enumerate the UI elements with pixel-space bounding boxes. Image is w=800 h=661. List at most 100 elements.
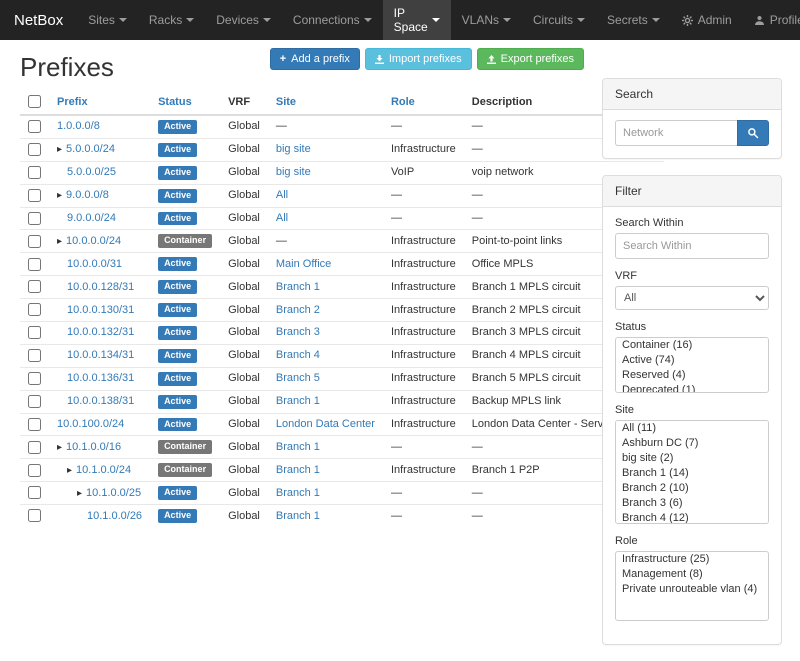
nav-item-connections[interactable]: Connections bbox=[282, 0, 383, 40]
row-checkbox[interactable] bbox=[28, 372, 41, 385]
row-checkbox[interactable] bbox=[28, 349, 41, 362]
row-checkbox[interactable] bbox=[28, 418, 41, 431]
site-cell: All bbox=[268, 207, 383, 230]
site-link[interactable]: big site bbox=[276, 143, 311, 155]
row-checkbox[interactable] bbox=[28, 395, 41, 408]
site-link[interactable]: Branch 1 bbox=[276, 441, 320, 453]
app-brand[interactable]: NetBox bbox=[0, 0, 77, 40]
prefix-link[interactable]: 9.0.0.0/24 bbox=[67, 212, 116, 224]
search-input[interactable] bbox=[615, 120, 737, 146]
nav-item-secrets[interactable]: Secrets bbox=[596, 0, 671, 40]
row-checkbox[interactable] bbox=[28, 464, 41, 477]
row-checkbox[interactable] bbox=[28, 189, 41, 202]
prefix-link[interactable]: 10.0.0.132/31 bbox=[67, 326, 134, 338]
prefix-link[interactable]: 10.1.0.0/24 bbox=[76, 464, 131, 476]
export-prefixes-button[interactable]: Export prefixes bbox=[477, 48, 584, 70]
prefix-link[interactable]: 10.0.0.130/31 bbox=[67, 304, 134, 316]
site-option[interactable]: big site (2) bbox=[616, 451, 768, 466]
row-checkbox[interactable] bbox=[28, 303, 41, 316]
nav-item-devices[interactable]: Devices bbox=[205, 0, 282, 40]
prefix-link[interactable]: 10.0.0.0/24 bbox=[66, 235, 121, 247]
profile-link[interactable]: Profile bbox=[743, 0, 800, 40]
nav-item-ip-space[interactable]: IP Space bbox=[383, 0, 451, 40]
prefix-link[interactable]: 10.0.0.138/31 bbox=[67, 395, 134, 407]
site-link[interactable]: Branch 3 bbox=[276, 326, 320, 338]
prefix-link[interactable]: 10.0.0.134/31 bbox=[67, 349, 134, 361]
prefix-link[interactable]: 9.0.0.0/8 bbox=[66, 189, 109, 201]
vrf-select[interactable]: All bbox=[615, 286, 769, 310]
prefix-link[interactable]: 1.0.0.0/8 bbox=[57, 120, 100, 132]
site-link[interactable]: Main Office bbox=[276, 258, 331, 270]
role-option[interactable]: Management (8) bbox=[616, 567, 768, 582]
site-link[interactable]: All bbox=[276, 189, 288, 201]
site-listbox[interactable]: All (11)Ashburn DC (7)big site (2)Branch… bbox=[615, 420, 769, 524]
expand-arrow-icon: ▸ bbox=[67, 465, 72, 476]
prefix-link[interactable]: 5.0.0.0/24 bbox=[66, 143, 115, 155]
prefix-link[interactable]: 10.1.0.0/16 bbox=[66, 441, 121, 453]
nav-item-sites[interactable]: Sites bbox=[77, 0, 138, 40]
site-option[interactable]: Branch 1 (14) bbox=[616, 466, 768, 481]
site-cell: Branch 1 bbox=[268, 459, 383, 482]
admin-link[interactable]: Admin bbox=[671, 0, 743, 40]
row-checkbox[interactable] bbox=[28, 258, 41, 271]
site-option[interactable]: All (11) bbox=[616, 421, 768, 436]
status-cell: Active bbox=[150, 253, 220, 276]
add-prefix-button[interactable]: + Add a prefix bbox=[270, 48, 360, 70]
prefix-cell: 10.0.0.132/31 bbox=[49, 322, 150, 345]
row-checkbox[interactable] bbox=[28, 486, 41, 499]
role-listbox[interactable]: Infrastructure (25)Management (8)Private… bbox=[615, 551, 769, 621]
site-link[interactable]: Branch 1 bbox=[276, 510, 320, 522]
row-checkbox[interactable] bbox=[28, 212, 41, 225]
nav-item-vlans[interactable]: VLANs bbox=[451, 0, 522, 40]
row-checkbox[interactable] bbox=[28, 509, 41, 522]
prefix-link[interactable]: 10.0.0.0/31 bbox=[67, 258, 122, 270]
sort-prefix-link[interactable]: Prefix bbox=[57, 96, 88, 108]
select-all-checkbox[interactable] bbox=[28, 95, 41, 108]
site-option[interactable]: Branch 2 (10) bbox=[616, 481, 768, 496]
nav-item-racks[interactable]: Racks bbox=[138, 0, 205, 40]
sort-site-link[interactable]: Site bbox=[276, 96, 296, 108]
status-option[interactable]: Reserved (4) bbox=[616, 368, 768, 383]
role-option[interactable]: Private unrouteable vlan (4) bbox=[616, 582, 768, 597]
site-link[interactable]: Branch 1 bbox=[276, 395, 320, 407]
site-link[interactable]: Branch 1 bbox=[276, 464, 320, 476]
search-button[interactable] bbox=[737, 120, 769, 146]
row-checkbox[interactable] bbox=[28, 235, 41, 248]
row-checkbox[interactable] bbox=[28, 326, 41, 339]
prefix-link[interactable]: 10.0.0.128/31 bbox=[67, 281, 134, 293]
row-checkbox[interactable] bbox=[28, 120, 41, 133]
row-checkbox[interactable] bbox=[28, 441, 41, 454]
site-link[interactable]: All bbox=[276, 212, 288, 224]
prefix-link[interactable]: 10.0.100.0/24 bbox=[57, 418, 124, 430]
role-option[interactable]: Infrastructure (25) bbox=[616, 552, 768, 567]
site-link[interactable]: London Data Center bbox=[276, 418, 375, 430]
site-option[interactable]: Branch 4 (12) bbox=[616, 511, 768, 524]
site-option[interactable]: Ashburn DC (7) bbox=[616, 436, 768, 451]
prefix-link[interactable]: 10.1.0.0/26 bbox=[87, 510, 142, 522]
search-within-input[interactable] bbox=[615, 233, 769, 259]
status-option[interactable]: Active (74) bbox=[616, 353, 768, 368]
sort-role-link[interactable]: Role bbox=[391, 96, 415, 108]
row-checkbox[interactable] bbox=[28, 143, 41, 156]
site-link[interactable]: big site bbox=[276, 166, 311, 178]
row-checkbox[interactable] bbox=[28, 166, 41, 179]
table-row: 10.0.0.130/31ActiveGlobalBranch 2Infrast… bbox=[20, 299, 664, 322]
nav-item-circuits[interactable]: Circuits bbox=[522, 0, 596, 40]
status-option[interactable]: Deprecated (1) bbox=[616, 383, 768, 393]
prefix-link[interactable]: 5.0.0.0/25 bbox=[67, 166, 116, 178]
prefix-link[interactable]: 10.1.0.0/25 bbox=[86, 487, 141, 499]
site-option[interactable]: Branch 3 (6) bbox=[616, 496, 768, 511]
status-option[interactable]: Container (16) bbox=[616, 338, 768, 353]
site-link[interactable]: Branch 4 bbox=[276, 349, 320, 361]
status-badge: Active bbox=[158, 280, 197, 294]
prefix-link[interactable]: 10.0.0.136/31 bbox=[67, 372, 134, 384]
site-link[interactable]: Branch 5 bbox=[276, 372, 320, 384]
site-link[interactable]: Branch 1 bbox=[276, 281, 320, 293]
site-link[interactable]: Branch 2 bbox=[276, 304, 320, 316]
status-listbox[interactable]: Container (16)Active (74)Reserved (4)Dep… bbox=[615, 337, 769, 393]
row-checkbox[interactable] bbox=[28, 280, 41, 293]
nav-item-label: Sites bbox=[88, 13, 115, 27]
import-prefixes-button[interactable]: Import prefixes bbox=[365, 48, 472, 70]
sort-status-link[interactable]: Status bbox=[158, 96, 192, 108]
site-link[interactable]: Branch 1 bbox=[276, 487, 320, 499]
